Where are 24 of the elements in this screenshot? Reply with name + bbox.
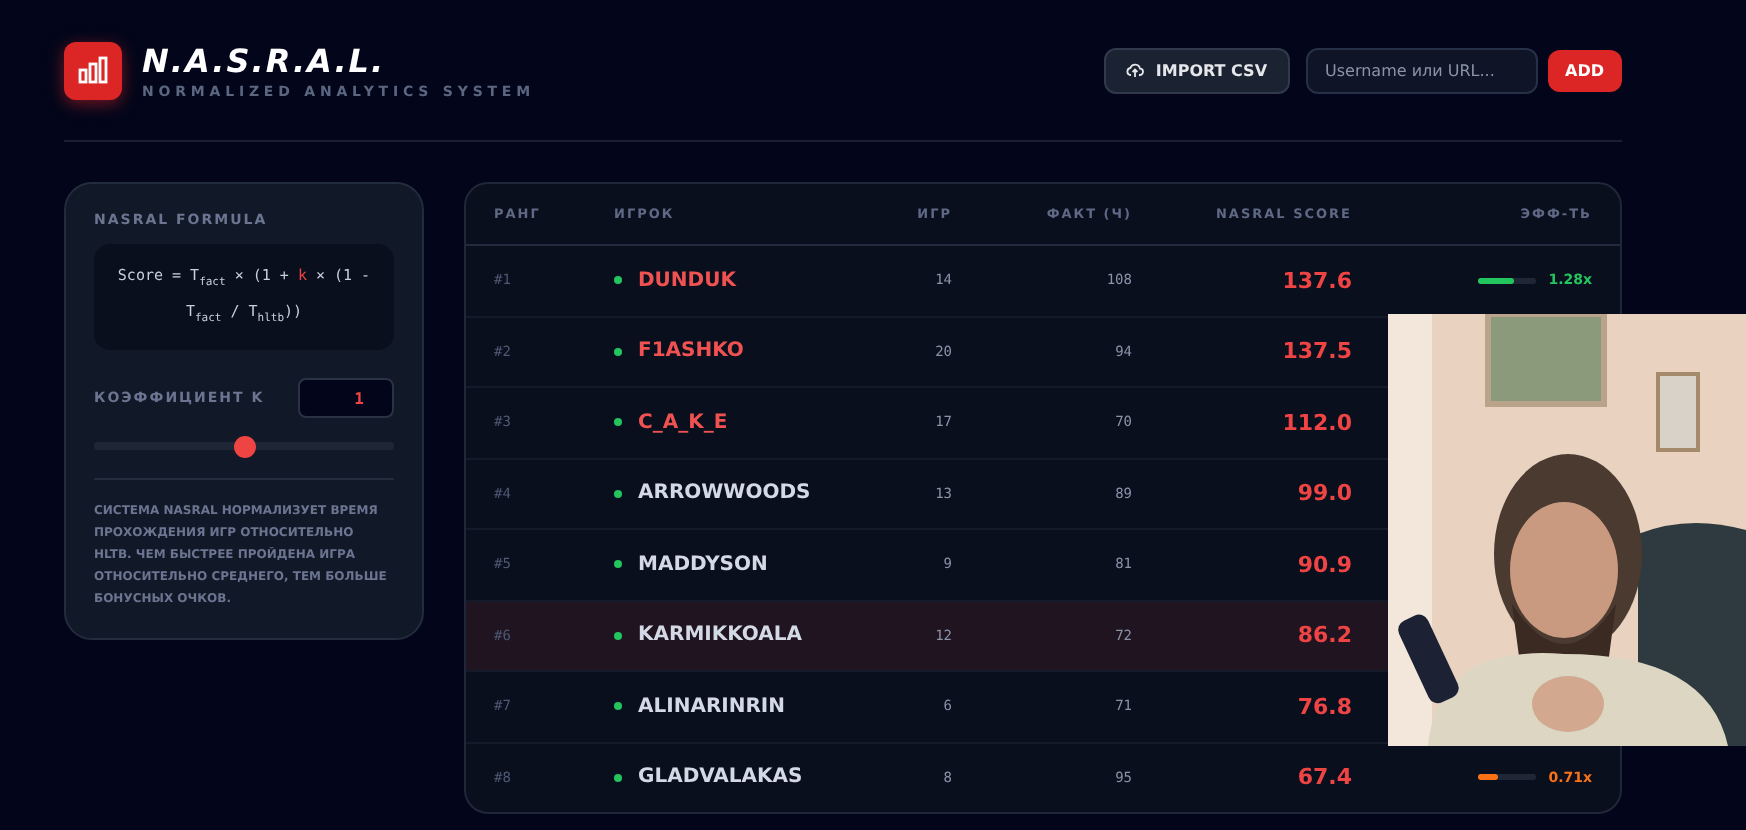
score-cell: 90.9	[1297, 551, 1352, 578]
import-csv-button[interactable]: IMPORT CSV	[1103, 47, 1290, 93]
player-name[interactable]: KARMIKKOALA	[638, 624, 802, 647]
slider-thumb[interactable]	[233, 435, 255, 457]
score-cell: 137.5	[1282, 338, 1352, 365]
score-cell: 112.0	[1282, 409, 1352, 436]
score-cell: 76.8	[1297, 693, 1352, 720]
score-cell: 86.2	[1297, 622, 1352, 649]
score-cell: 137.6	[1282, 267, 1352, 294]
player-name[interactable]: GLADVALAKAS	[638, 766, 803, 789]
score-cell: 67.4	[1297, 764, 1352, 791]
coefficient-field[interactable]: 1	[298, 378, 394, 418]
add-button[interactable]: ADD	[1547, 49, 1622, 91]
player-name[interactable]: DUNDUK	[638, 269, 736, 292]
player-name[interactable]: F1ASHKO	[638, 340, 744, 363]
player-name[interactable]: C_A_K_E	[638, 411, 728, 434]
username-field[interactable]: Username или URL...	[1305, 47, 1538, 93]
score-cell: 99.0	[1297, 480, 1352, 507]
player-name[interactable]: ARROWWOODS	[638, 482, 811, 505]
cloud-upload-icon	[1125, 62, 1144, 78]
chart-logo-icon	[64, 41, 122, 99]
app-title: N.A.S.R.A.L.	[142, 41, 388, 79]
player-name[interactable]: ALINARINRIN	[638, 695, 786, 718]
player-name[interactable]: MADDYSON	[638, 553, 768, 576]
